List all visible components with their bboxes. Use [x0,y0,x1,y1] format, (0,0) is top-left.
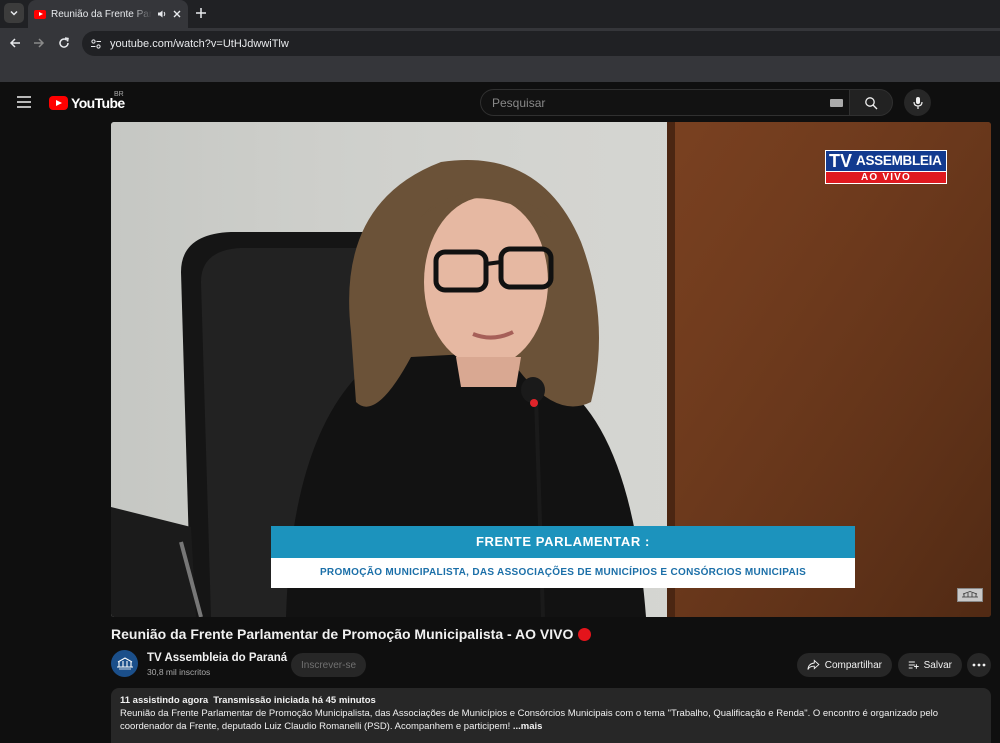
address-bar[interactable]: youtube.com/watch?v=UtHJdwwiTlw [82,31,1000,56]
description-meta: 11 assistindo agora Transmissão iniciada… [120,695,982,706]
youtube-logo[interactable]: YouTube BR [49,91,125,111]
tv-logo-name: ASSEMBLEIA [856,153,942,169]
browser-tabstrip: Reunião da Frente Parlamentar de Promoçã… [0,0,1000,28]
live-indicator-icon [578,627,592,641]
youtube-play-icon [49,96,68,110]
forward-arrow-icon[interactable] [32,36,46,50]
chevron-down-icon [10,10,18,16]
browser-bookmark-bar [0,58,1000,82]
new-tab-plus-icon[interactable] [194,6,208,20]
owner-row: TV Assembleia do Paraná 30,8 mil inscrit… [111,650,991,680]
share-arrow-icon [807,659,820,670]
speaker-icon[interactable] [157,9,167,19]
search-box [480,89,849,116]
hamburger-menu-icon[interactable] [17,96,31,108]
voice-search-button[interactable] [904,89,931,116]
share-label: Compartilhar [824,659,882,671]
stream-started: Transmissão iniciada há 45 minutos [213,695,376,706]
reload-icon[interactable] [57,36,71,50]
tab-title: Reunião da Frente Parlamentar de Promoçã… [51,8,152,20]
tv-logo-tv: TV [829,151,853,171]
video-player[interactable]: TV ASSEMBLEIA AO VIVO FRENTE PARLAMENTAR… [111,122,991,617]
subscribe-button[interactable]: Inscrever-se [291,653,366,677]
youtube-favicon-icon [34,9,46,19]
channel-name[interactable]: TV Assembleia do Paraná [147,652,287,664]
watching-count: 11 assistindo agora [120,695,209,706]
video-title: Reunião da Frente Parlamentar de Promoçã… [111,626,592,642]
more-horizontal-icon [972,663,986,667]
browser-toolbar: youtube.com/watch?v=UtHJdwwiTlw [0,28,1000,58]
url-text: youtube.com/watch?v=UtHJdwwiTlw [110,37,289,50]
tv-assembleia-logo: TV ASSEMBLEIA AO VIVO [825,150,947,185]
search-icon [865,96,878,109]
description-text: Reunião da Frente Parlamentar de Promoçã… [120,707,982,733]
country-code: BR [114,91,124,98]
description-box[interactable]: 11 assistindo agora Transmissão iniciada… [111,688,991,743]
subscriber-count: 30,8 mil inscritos [147,667,211,677]
browser-tab-active[interactable]: Reunião da Frente Parlamentar de Promoçã… [28,0,188,28]
more-actions-button[interactable] [967,653,991,677]
playlist-add-icon [908,661,919,669]
channel-avatar[interactable] [111,650,138,677]
youtube-masthead: YouTube BR [0,82,1000,122]
search-input[interactable] [492,95,830,110]
channel-watermark-icon [957,588,983,602]
show-more-link[interactable]: ...mais [513,721,543,732]
lower-third-subtitle: PROMOÇÃO MUNICIPALISTA, DAS ASSOCIAÇÕES … [271,558,855,588]
share-button[interactable]: Compartilhar [797,653,892,677]
tv-logo-live: AO VIVO [825,172,947,184]
site-settings-icon[interactable] [90,38,102,50]
back-arrow-icon[interactable] [8,36,22,50]
close-icon[interactable] [172,9,182,19]
keyboard-icon[interactable] [830,98,843,107]
save-label: Salvar [923,659,952,671]
save-button[interactable]: Salvar [898,653,962,677]
lower-third-caption: FRENTE PARLAMENTAR : PROMOÇÃO MUNICIPALI… [271,526,855,588]
assembly-building-icon [116,656,133,669]
lower-third-title: FRENTE PARLAMENTAR : [271,526,855,558]
search-button[interactable] [849,89,893,116]
tab-search-button[interactable] [4,3,24,23]
microphone-icon [912,96,923,109]
video-title-text: Reunião da Frente Parlamentar de Promoçã… [111,626,574,642]
